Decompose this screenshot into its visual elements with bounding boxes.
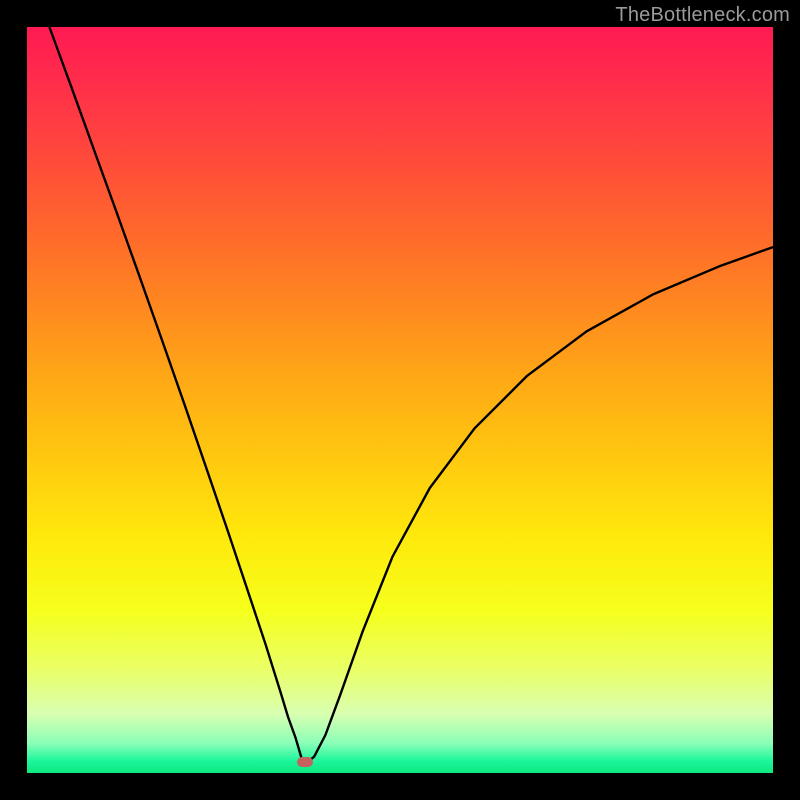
chart-frame: TheBottleneck.com — [0, 0, 800, 800]
optimal-point-marker — [297, 757, 313, 767]
watermark-text: TheBottleneck.com — [615, 4, 790, 27]
bottleneck-curve — [27, 27, 773, 773]
